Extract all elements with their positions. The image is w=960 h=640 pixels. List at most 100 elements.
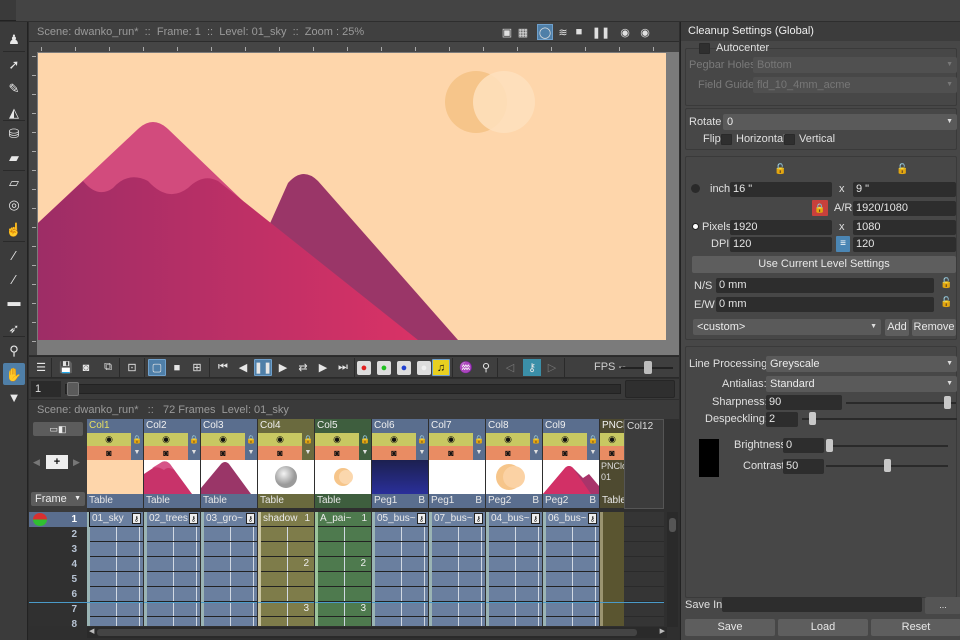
preview-visible-toggle[interactable]: ◉ (315, 433, 359, 446)
load-button[interactable]: Load (778, 619, 868, 636)
ew-unlock-icon[interactable]: 🔓 (940, 297, 952, 308)
define-subcamera-button[interactable]: ⊡ (123, 359, 141, 376)
column-name[interactable]: Col7 (429, 419, 485, 433)
xsheet-column-header[interactable]: Col7 ◉ 🔒 ◙ ▼ Peg1 B (429, 419, 485, 509)
remove-preset-button[interactable]: Remove (912, 319, 956, 336)
column-name[interactable]: Col6 (372, 419, 428, 433)
pegbar-selector[interactable]: Peg2 B (486, 494, 542, 508)
column-thumbnail[interactable] (87, 460, 143, 494)
preview-visible-toggle[interactable]: ◉ (258, 433, 302, 446)
xsheet-column-header[interactable]: Col9 ◉ 🔒 ◙ ▼ Peg2 B (543, 419, 599, 509)
zoom-tool-button[interactable]: ⚲ (3, 339, 25, 361)
column-thumbnail[interactable] (258, 460, 314, 494)
options-button[interactable]: ☰ (32, 359, 50, 376)
column-thumbnail[interactable] (429, 460, 485, 494)
sub-camera-preview-button[interactable]: ◉ (637, 24, 653, 40)
column-thumbnail[interactable] (144, 460, 200, 494)
pixels-height-field[interactable]: 1080 (853, 220, 956, 235)
scroll-right-icon[interactable]: ▶ (660, 627, 665, 635)
column-name[interactable]: Col3 (201, 419, 257, 433)
opacity-dropdown[interactable]: ▼ (302, 446, 314, 460)
vertical-scrollbar[interactable] (667, 512, 678, 627)
column-name[interactable]: Col4 (258, 419, 314, 433)
sharpness-slider-track[interactable] (846, 402, 956, 404)
prev-frame-button[interactable]: ◀ (234, 359, 252, 376)
frame-mode-dropdown[interactable]: Frame ▼ (31, 492, 85, 506)
lock-toggle[interactable]: 🔒 (587, 433, 599, 446)
xsheet-column-header[interactable]: Col4 ◉ 🔒 ◙ ▼ Table (258, 419, 314, 509)
first-frame-button[interactable]: ⏮ (214, 359, 232, 376)
tape-tool-button[interactable]: ◎ (3, 193, 25, 215)
camstand-visible-toggle[interactable]: ◙ (201, 446, 245, 460)
lock-toggle[interactable]: 🔒 (188, 433, 200, 446)
frame-field[interactable]: 1 (31, 381, 61, 397)
xsheet-column-cells[interactable] (600, 512, 624, 626)
despeckling-slider-handle[interactable] (809, 412, 817, 425)
pegbar-selector[interactable]: Table (258, 494, 314, 508)
row-number[interactable]: 6 (29, 587, 87, 602)
eraser-tool-button[interactable]: ▱ (3, 171, 25, 193)
save-button[interactable]: 💾 (57, 359, 75, 376)
next-frame-button[interactable]: ▶ (314, 359, 332, 376)
pegbar-selector[interactable]: Peg2 B (543, 494, 599, 508)
column-thumbnail[interactable] (486, 460, 542, 494)
xsheet-cell[interactable]: 07_bus~ ⚷ (432, 512, 485, 526)
xsheet-cell[interactable]: 06_bus~ ⚷ (546, 512, 599, 526)
column-thumbnail[interactable] (201, 460, 257, 494)
autocenter-checkbox[interactable] (699, 43, 710, 54)
xsheet-column-cells[interactable]: 04_bus~ ⚷ (486, 512, 542, 626)
row-number[interactable]: 5 (29, 572, 87, 587)
rotate-dropdown[interactable]: 0 ▼ (723, 114, 957, 130)
lock-toggle[interactable]: 🔒 (245, 433, 257, 446)
xsheet-column-header[interactable]: Col5 ◉ 🔒 ◙ ▼ Table (315, 419, 371, 509)
pegbar-selector[interactable]: Table (144, 494, 200, 508)
antialias-dropdown[interactable]: Standard ▼ (766, 376, 957, 392)
camera-view-button[interactable]: ◯ (537, 24, 553, 40)
xsheet-cell[interactable]: shadow 1 (261, 512, 314, 526)
opacity-dropdown[interactable]: ▼ (188, 446, 200, 460)
column-thumbnail[interactable] (372, 460, 428, 494)
frame-slider-handle[interactable] (67, 382, 79, 396)
prev-key-button[interactable]: ◁ (501, 359, 519, 376)
opacity-dropdown[interactable]: ▼ (530, 446, 542, 460)
row-number[interactable]: 3 (29, 542, 87, 557)
inch-radio[interactable] (691, 184, 700, 193)
xsheet-column-cells[interactable]: 03_gro~ ⚷ (201, 512, 257, 626)
ar-field[interactable]: 1920/1080 (853, 201, 956, 216)
selection-tool-button[interactable]: ➚ (3, 53, 25, 75)
save-button[interactable]: Save (685, 619, 775, 636)
column-name[interactable]: Col5 (315, 419, 371, 433)
new-level-button[interactable]: + (46, 455, 68, 469)
lock-toggle[interactable]: 🔒 (302, 433, 314, 446)
camera-button[interactable]: ■ (571, 24, 587, 40)
xsheet-cell[interactable]: 02_trees ⚷ (147, 512, 200, 526)
xsheet-column-header[interactable]: Col8 ◉ 🔒 ◙ ▼ Peg2 B (486, 419, 542, 509)
empty-column-cells[interactable] (624, 512, 664, 626)
alpha-channel-button[interactable]: ● (417, 361, 431, 375)
xsheet-column-cells[interactable]: 05_bus~ ⚷ (372, 512, 428, 626)
column-thumbnail[interactable] (543, 460, 599, 494)
row-number[interactable]: 4 (29, 557, 87, 572)
ns-unlock-icon[interactable]: 🔓 (940, 278, 952, 289)
more-tools-button[interactable]: ▼ (3, 386, 25, 408)
dpi-link-button[interactable]: ≡ (836, 236, 850, 252)
opacity-dropdown[interactable]: ▼ (473, 446, 485, 460)
opacity-dropdown[interactable]: ▼ (416, 446, 428, 460)
pegbar-selector[interactable]: Table (315, 494, 371, 508)
paint-brush-tool-button[interactable]: ▰ (3, 146, 25, 168)
camstand-visible-toggle[interactable]: ◙ (543, 446, 587, 460)
lock-toggle[interactable]: 🔒 (530, 433, 542, 446)
save-in-field[interactable] (722, 597, 922, 612)
preview-visible-toggle[interactable]: ◉ (600, 433, 624, 446)
dpi-height-field[interactable]: 120 (853, 237, 956, 252)
play-button[interactable]: ▶ (274, 359, 292, 376)
row-number[interactable]: 2 (29, 527, 87, 542)
preview-visible-toggle[interactable]: ◉ (486, 433, 530, 446)
next-key-button[interactable]: ▷ (543, 359, 561, 376)
sharpness-field[interactable]: 90 (766, 395, 842, 410)
ruler-tool-button[interactable]: ▬ (3, 290, 25, 312)
color-swatch[interactable] (699, 439, 719, 477)
frame-slider-track[interactable] (65, 384, 621, 394)
finger-tool-button[interactable]: ☝ (3, 218, 25, 240)
key-button[interactable]: ⚷ (523, 359, 541, 376)
